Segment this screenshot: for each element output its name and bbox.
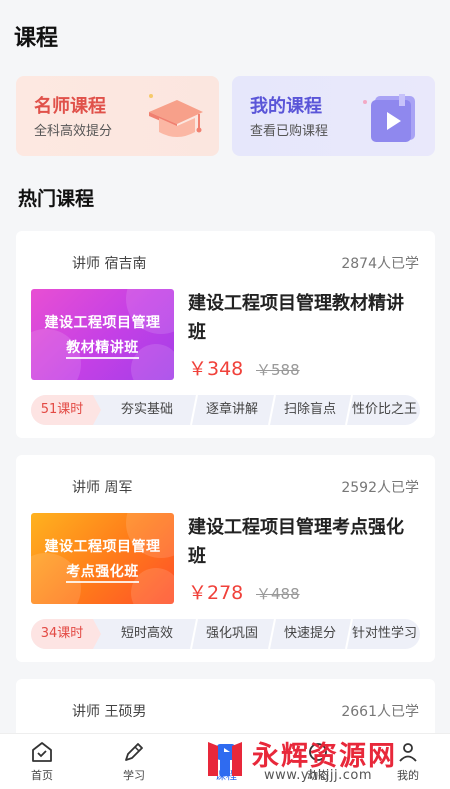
graduation-cap-icon <box>149 94 203 137</box>
course-tag: 夯实基础 <box>120 402 173 417</box>
pencil-icon <box>125 743 143 761</box>
watermark-logo-icon <box>208 742 242 776</box>
tag-divider <box>345 395 353 425</box>
nav-label: 首页 <box>31 769 53 782</box>
learner-count: 2592人已学 <box>341 480 419 496</box>
teacher-name: 讲师 王硕男 <box>72 704 147 720</box>
original-price: ￥588 <box>256 361 300 379</box>
banner-title: 名师课程 <box>34 96 106 117</box>
watermark-url: www.yhkjjj.com <box>264 768 373 783</box>
course-card[interactable]: 讲师 宿吉南 2874人已学 建设工程项目管理 教材精讲班 建设工程项目管理教材… <box>16 231 435 438</box>
home-icon <box>32 742 52 762</box>
learner-count: 2874人已学 <box>341 256 419 272</box>
course-tags: 34课时 短时高效 强化巩固 快速提分 针对性学习 <box>31 619 420 649</box>
course-tag: 快速提分 <box>283 626 336 641</box>
course-tags: 51课时 夯实基础 逐章讲解 扫除盲点 性价比之王 <box>31 395 420 425</box>
page-title: 课程 <box>14 26 59 51</box>
teacher-name: 讲师 周军 <box>72 480 133 496</box>
course-tag: 扫除盲点 <box>283 402 336 417</box>
watermark: 永辉资源网 www.yhkjjj.com <box>200 730 440 789</box>
tag-divider <box>190 395 198 425</box>
teacher-name: 讲师 宿吉南 <box>72 256 147 272</box>
thumbnail-subtitle: 考点强化班 <box>31 561 174 583</box>
course-tag: 针对性学习 <box>351 626 417 641</box>
course-title[interactable]: 建设工程项目管理教材精讲班 <box>188 289 420 347</box>
nav-home[interactable]: 首页 <box>12 740 72 783</box>
tag-divider <box>268 619 276 649</box>
banner-subtitle: 全科高效提分 <box>34 124 113 139</box>
course-thumbnail[interactable]: 建设工程项目管理 考点强化班 <box>31 513 174 604</box>
learner-count: 2661人已学 <box>341 704 419 720</box>
lesson-hours-badge: 34课时 <box>31 619 101 649</box>
thumbnail-title: 建设工程项目管理 <box>44 315 161 331</box>
thumbnail-subtitle: 教材精讲班 <box>31 337 174 359</box>
tag-divider <box>345 619 353 649</box>
course-title[interactable]: 建设工程项目管理考点强化班 <box>188 513 420 571</box>
course-tag: 强化巩固 <box>205 626 258 641</box>
section-title: 热门课程 <box>18 188 95 210</box>
lesson-hours-badge: 51课时 <box>31 395 101 425</box>
banner-title: 我的课程 <box>250 96 322 117</box>
famous-teacher-courses-banner[interactable]: 名师课程 全科高效提分 <box>16 76 219 156</box>
thumbnail-title: 建设工程项目管理 <box>44 539 161 555</box>
course-price: ￥348 <box>188 358 244 380</box>
tag-divider <box>190 619 198 649</box>
course-thumbnail[interactable]: 建设工程项目管理 教材精讲班 <box>31 289 174 380</box>
nav-label: 学习 <box>123 769 145 782</box>
original-price: ￥488 <box>256 585 300 603</box>
nav-study[interactable]: 学习 <box>104 740 164 783</box>
course-price: ￥278 <box>188 582 244 604</box>
tag-divider <box>268 395 276 425</box>
my-courses-banner[interactable]: 我的课程 查看已购课程 <box>232 76 435 156</box>
course-tag: 逐章讲解 <box>205 402 258 417</box>
video-book-icon <box>363 94 415 142</box>
course-card[interactable]: 讲师 周军 2592人已学 建设工程项目管理 考点强化班 建设工程项目管理考点强… <box>16 455 435 662</box>
course-tag: 性价比之王 <box>351 402 417 417</box>
course-tag: 短时高效 <box>120 626 173 641</box>
banner-subtitle: 查看已购课程 <box>250 124 329 139</box>
